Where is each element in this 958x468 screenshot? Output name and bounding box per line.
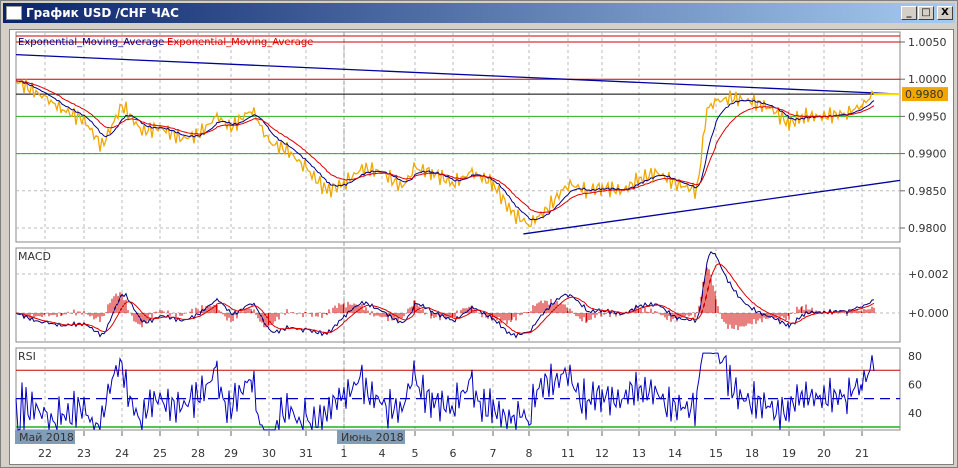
macd-title: MACD — [18, 250, 51, 263]
legend-ema-slow: Exponential_Moving_Average — [167, 37, 313, 48]
date-label: 29 — [224, 447, 238, 460]
chart-area[interactable]: 22 23 24 25 28 29 30 31 1 4 5 6 7 8 11 12 13 14 15 18 19 20 21… — [9, 29, 954, 465]
maximize-button[interactable]: □ — [918, 6, 934, 20]
date-label: 31 — [299, 447, 313, 460]
date-label: 21 — [855, 447, 869, 460]
rsi-axis-label: 60 — [908, 378, 922, 391]
month-label: Июнь 2018 — [341, 431, 404, 444]
date-label: 20 — [817, 447, 831, 460]
rsi-title: RSI — [18, 350, 36, 363]
date-label: 18 — [745, 447, 759, 460]
macd-panel — [15, 247, 901, 343]
legend-ema-fast: Exponential_Moving_Average — [18, 37, 164, 48]
price-axis-label: 0.9850 — [908, 185, 947, 198]
chart-window: График USD /CHF ЧАС _ □ X 22 23 24 25 28 29 30… — [0, 0, 958, 468]
date-label: 12 — [595, 447, 609, 460]
month-label: Май 2018 — [19, 431, 74, 444]
date-label: 14 — [668, 447, 682, 460]
price-axis-label: 1.0000 — [908, 73, 947, 86]
current-price: 0.9980 — [905, 88, 944, 101]
date-label: 5 — [412, 447, 419, 460]
window-title: График USD /CHF ЧАС — [26, 6, 179, 20]
date-label: 19 — [782, 447, 796, 460]
date-label: 15 — [709, 447, 723, 460]
date-label: 4 — [379, 447, 386, 460]
date-label: 23 — [77, 447, 91, 460]
macd-axis-label: +0.000 — [908, 307, 949, 320]
trend-line — [15, 53, 901, 95]
rsi-axis-label: 40 — [908, 407, 922, 420]
close-button[interactable]: X — [937, 6, 953, 20]
date-label: 30 — [262, 447, 276, 460]
date-label: 11 — [561, 447, 575, 460]
minimize-button[interactable]: _ — [901, 6, 917, 20]
date-label: 25 — [153, 447, 167, 460]
rsi-line — [15, 352, 875, 431]
title-bar[interactable]: График USD /CHF ЧАС _ □ X — [3, 3, 955, 23]
price-axis-label: 0.9950 — [908, 110, 947, 123]
macd-axis-label: +0.002 — [908, 268, 949, 281]
price-axis-label: 1.0050 — [908, 36, 947, 49]
date-label: 24 — [115, 447, 129, 460]
date-label: 28 — [191, 447, 205, 460]
date-label: 13 — [632, 447, 646, 460]
chart-svg[interactable]: 22 23 24 25 28 29 30 31 1 4 5 6 7 8 11 12 13 14 15 18 19 20 21… — [10, 30, 955, 466]
date-label: 22 — [38, 447, 52, 460]
price-axis-label: 0.9900 — [908, 148, 947, 161]
date-label: 6 — [450, 447, 457, 460]
date-label: 8 — [526, 447, 533, 460]
chart-icon — [6, 6, 22, 20]
price-panel — [15, 31, 901, 243]
date-label: 7 — [490, 447, 497, 460]
price-axis-label: 0.9800 — [908, 222, 947, 235]
rsi-axis-label: 80 — [908, 350, 922, 363]
price-line — [15, 79, 875, 228]
